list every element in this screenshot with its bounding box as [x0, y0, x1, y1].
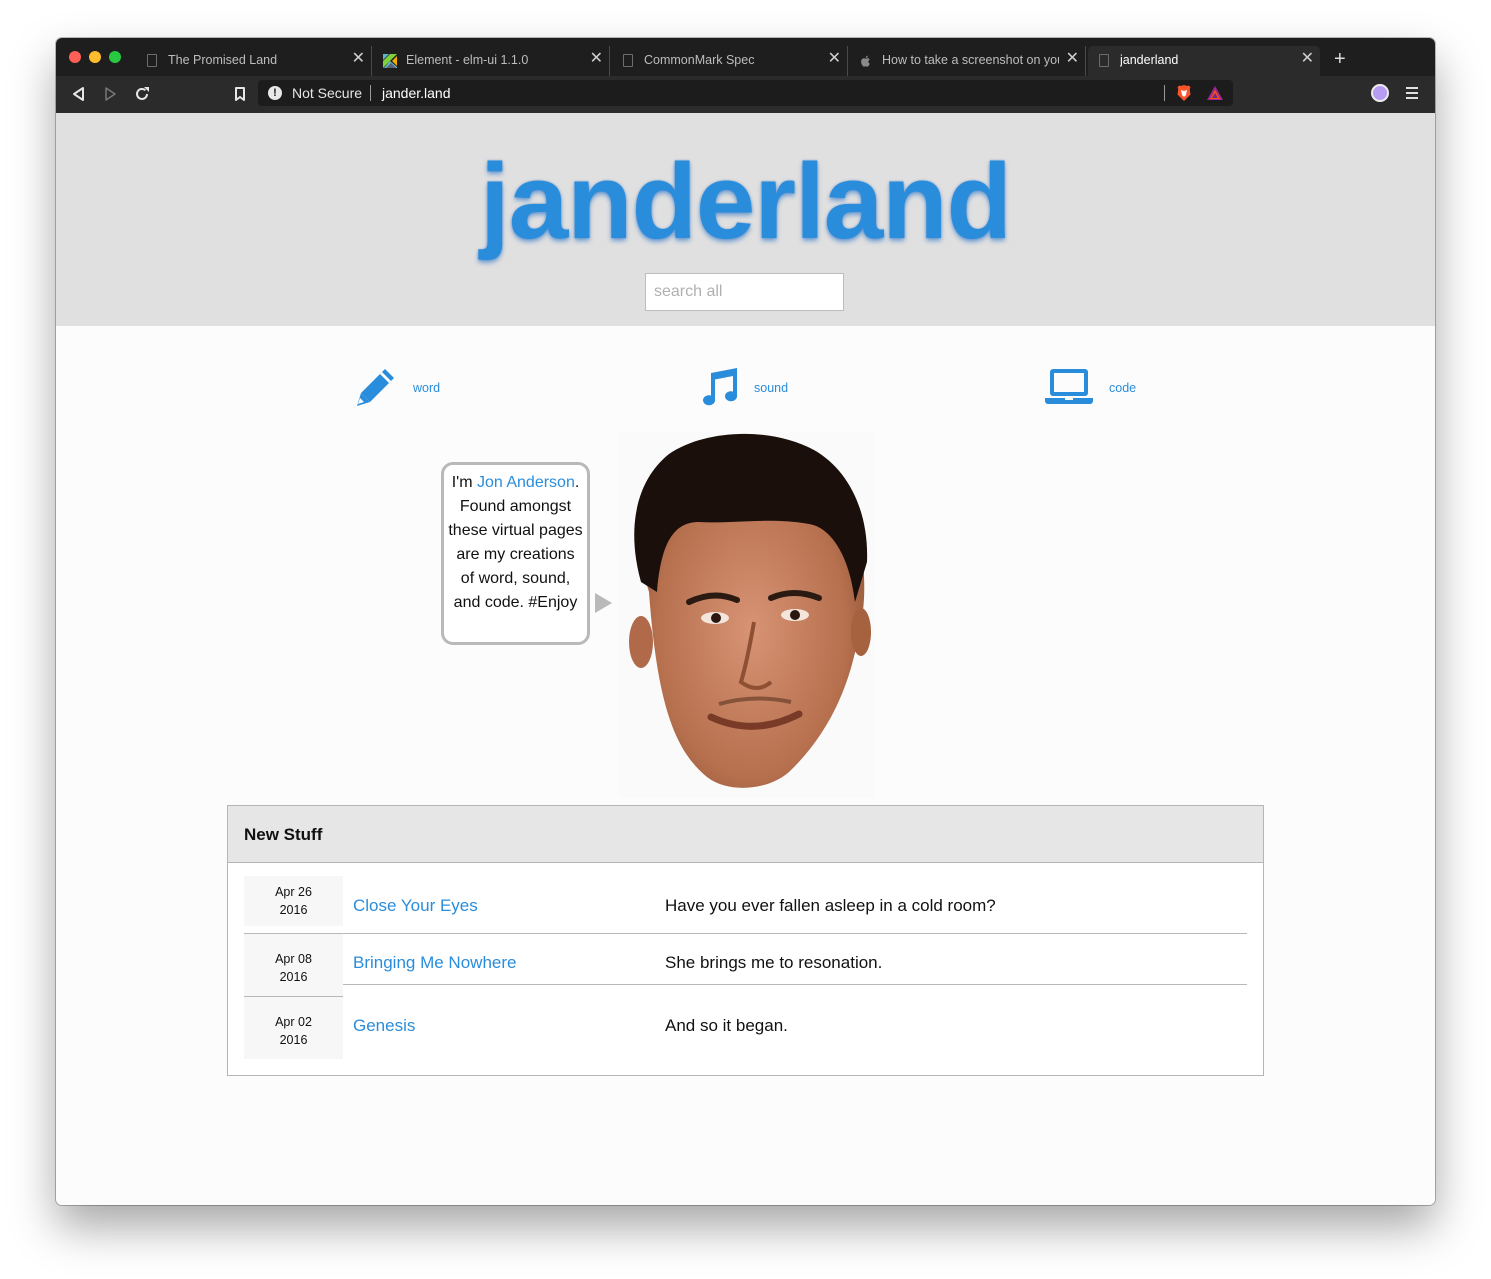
page-icon	[147, 54, 157, 67]
tab-close-icon[interactable]: ✕	[1301, 50, 1314, 68]
tab-mac-screenshot[interactable]: How to take a screenshot on your Mac ✕	[850, 46, 1086, 76]
tab-close-icon[interactable]: ✕	[352, 50, 365, 68]
post-date-day: Apr 26	[275, 885, 312, 899]
divider	[370, 85, 371, 101]
post-date: Apr 08 2016	[244, 934, 343, 996]
page-icon	[1099, 54, 1109, 67]
tab-title: CommonMark Spec	[644, 53, 755, 67]
site-logo[interactable]: janderland	[56, 139, 1435, 263]
bubble-text: . Found amongst these virtual pages are …	[448, 474, 583, 611]
pencil-icon	[357, 369, 394, 406]
post-title-link[interactable]: Genesis	[353, 1016, 415, 1036]
search-input[interactable]	[645, 273, 844, 311]
tab-title: How to take a screenshot on your Mac	[882, 53, 1059, 67]
tab-bar: The Promised Land ✕ Element - elm-ui 1.1…	[56, 38, 1435, 76]
post-date-day: Apr 08	[275, 952, 312, 966]
minimize-window-button[interactable]	[89, 51, 101, 63]
tab-commonmark-spec[interactable]: CommonMark Spec ✕	[612, 46, 848, 76]
page-viewport: janderland word sound	[56, 113, 1435, 1205]
portrait-photo	[619, 432, 874, 798]
row-divider	[244, 933, 1247, 934]
hero-header: janderland	[56, 113, 1435, 326]
tab-elm-ui[interactable]: Element - elm-ui 1.1.0 ✕	[374, 46, 610, 76]
bubble-pointer	[595, 593, 612, 613]
nav-label: sound	[754, 381, 789, 395]
profile-avatar-icon[interactable]	[1371, 84, 1389, 102]
post-date-year: 2016	[279, 970, 308, 984]
tab-title: Element - elm-ui 1.1.0	[406, 53, 529, 67]
page-icon	[623, 54, 633, 67]
post-date-year: 2016	[279, 1033, 308, 1047]
new-stuff-title: New Stuff	[244, 825, 323, 844]
tab-janderland[interactable]: janderland ✕	[1088, 46, 1320, 76]
nav-label: code	[1109, 381, 1137, 395]
post-description: And so it began.	[665, 1016, 788, 1035]
post-date-year: 2016	[279, 903, 308, 917]
post-date: Apr 26 2016	[244, 876, 343, 926]
brave-shields-icon[interactable]	[1176, 84, 1192, 102]
post-description: She brings me to resonation.	[665, 953, 883, 972]
elm-logo-icon	[383, 54, 397, 68]
bookmark-icon[interactable]	[229, 83, 251, 105]
tab-the-promised-land[interactable]: The Promised Land ✕	[136, 46, 372, 76]
tab-title: The Promised Land	[168, 53, 278, 67]
address-bar[interactable]: ! Not Secure jander.land	[258, 80, 1233, 106]
author-name-link[interactable]: Jon Anderson	[477, 474, 575, 491]
info-icon[interactable]: !	[268, 86, 282, 100]
forward-arrow-icon[interactable]	[99, 83, 121, 105]
music-note-icon	[703, 368, 738, 406]
post-date-day: Apr 02	[275, 1015, 312, 1029]
bubble-prefix: I'm	[451, 474, 477, 491]
back-arrow-icon[interactable]	[68, 83, 90, 105]
reload-icon[interactable]	[131, 83, 153, 105]
brave-rewards-icon[interactable]	[1206, 84, 1224, 102]
security-label: Not Secure	[292, 85, 363, 101]
menu-icon[interactable]	[1406, 87, 1418, 99]
tab-close-icon[interactable]: ✕	[828, 50, 841, 68]
post-date: Apr 02 2016	[244, 997, 343, 1059]
new-stuff-panel: New Stuff Apr 26 2016 Close Your Eyes Ha…	[227, 805, 1264, 1076]
url-text[interactable]: jander.land	[382, 85, 451, 101]
row-divider	[343, 984, 1247, 985]
laptop-icon	[1045, 369, 1093, 404]
nav-label: word	[413, 381, 441, 395]
close-window-button[interactable]	[69, 51, 81, 63]
browser-toolbar: ! Not Secure jander.land	[56, 76, 1435, 113]
apple-icon	[861, 55, 870, 67]
new-stuff-header: New Stuff	[228, 806, 1263, 863]
intro-speech-bubble: I'm Jon Anderson. Found amongst these vi…	[441, 462, 590, 645]
divider	[1164, 85, 1165, 101]
post-title-link[interactable]: Bringing Me Nowhere	[353, 953, 516, 973]
tab-close-icon[interactable]: ✕	[590, 50, 603, 68]
tab-close-icon[interactable]: ✕	[1066, 50, 1079, 68]
tab-title: janderland	[1120, 53, 1179, 67]
zoom-window-button[interactable]	[109, 51, 121, 63]
new-tab-button[interactable]: +	[1334, 48, 1346, 70]
browser-window: The Promised Land ✕ Element - elm-ui 1.1…	[56, 38, 1435, 1205]
post-title-link[interactable]: Close Your Eyes	[353, 896, 478, 916]
post-description: Have you ever fallen asleep in a cold ro…	[665, 896, 996, 915]
